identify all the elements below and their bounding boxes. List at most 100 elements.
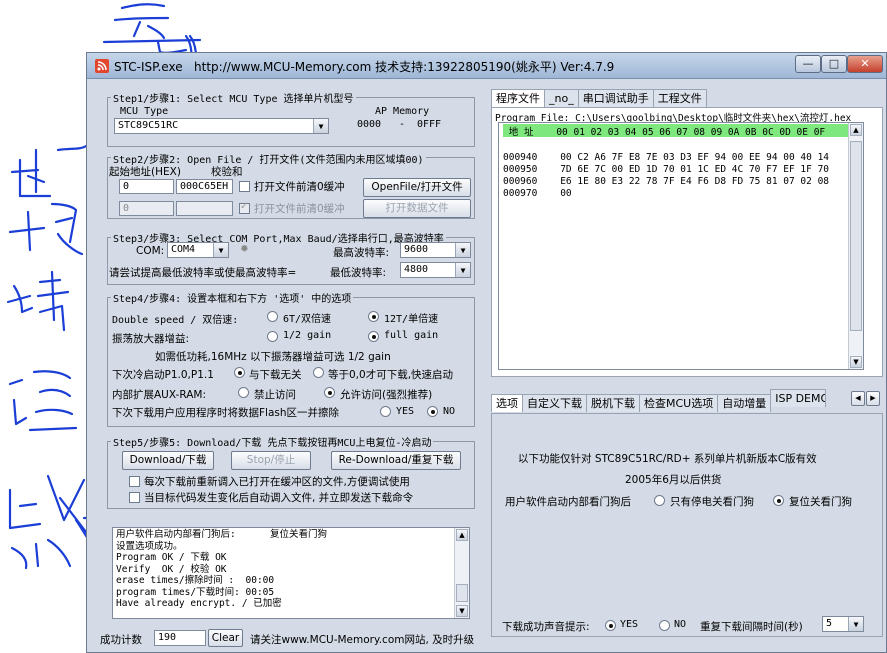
window-title: STC-ISP.exe http://www.MCU-Memory.com 技术…: [114, 58, 614, 75]
log-scroll-thumb[interactable]: [456, 584, 468, 602]
radio-forbid-aux-label: 禁止访问: [254, 389, 296, 401]
tab-project-file[interactable]: 工程文件: [652, 89, 707, 107]
auto-reload-checkbox[interactable]: [129, 492, 140, 503]
tab-offline-download[interactable]: 脱机下载: [586, 394, 640, 412]
redownload-button[interactable]: Re-Download/重复下载: [331, 451, 461, 470]
log-line: Verify OK / 校验 OK: [116, 563, 227, 575]
tab-isp-demo[interactable]: ISP DEMO: [770, 389, 827, 407]
hex-row: 000960 E6 1E 80 E3 22 78 7F E4 F6 D8 FD …: [503, 176, 830, 187]
step5-title: Step5/步骤5: Download/下载 先点下载按钮再MCU上电复位-冷启…: [111, 434, 434, 449]
chevron-down-icon: ▼: [213, 243, 228, 257]
chevron-up-icon[interactable]: ▲: [850, 124, 862, 136]
radio-6t-label: 6T/双倍速: [283, 314, 332, 325]
radio-6t[interactable]: [267, 311, 278, 322]
tab-program-file[interactable]: 程序文件: [491, 89, 545, 107]
tab-scroll-left-icon[interactable]: ◀: [851, 391, 865, 406]
ap-dash: -: [399, 119, 406, 130]
success-count-label: 成功计数: [100, 634, 142, 646]
chevron-down-icon: ▼: [313, 119, 328, 133]
tab-auto-increment[interactable]: 自动增量: [717, 394, 772, 412]
amp-gain-label: 振荡放大器增益:: [112, 333, 190, 345]
radio-sound-no[interactable]: [659, 620, 670, 631]
chevron-down-icon[interactable]: ▼: [456, 605, 468, 617]
tab-check-mcu[interactable]: 检查MCU选项: [639, 394, 719, 412]
close-icon: ✕: [860, 57, 870, 70]
radio-half-gain[interactable]: [267, 331, 278, 342]
log-line: 用户软件启动内部看门狗后: 复位关看门狗: [116, 529, 328, 540]
mcu-type-label: MCU Type: [120, 106, 169, 117]
clear-button[interactable]: Clear: [208, 629, 243, 647]
clear-data-buffer-label: 打开文件前清0缓冲: [254, 203, 345, 215]
radio-erase-yes-label: YES: [396, 406, 415, 417]
chevron-up-icon[interactable]: ▲: [456, 529, 468, 541]
tab-options[interactable]: 选项: [491, 394, 523, 412]
minimize-button[interactable]: —: [795, 55, 821, 73]
radio-forbid-aux[interactable]: [238, 387, 249, 398]
mcu-type-select[interactable]: STC89C51RC ▼: [114, 118, 329, 134]
tab-custom-download[interactable]: 自定义下载: [522, 394, 587, 412]
log-output[interactable]: 用户软件启动内部看门狗后: 复位关看门狗 设置选项成功。 Program OK / …: [112, 527, 470, 619]
app-name: STC-ISP.exe: [114, 60, 183, 74]
radio-full-gain-label: full gain: [384, 330, 439, 341]
start-address-label: 起始地址(HEX): [109, 166, 181, 178]
ap-memory-label: AP Memory: [375, 106, 430, 117]
radio-no-care[interactable]: [234, 367, 245, 378]
radio-sound-yes[interactable]: [605, 620, 616, 631]
data-start-address-input[interactable]: 0: [119, 201, 174, 216]
radio-erase-yes[interactable]: [380, 406, 391, 417]
tab-scroll-right-icon[interactable]: ▶: [866, 391, 880, 406]
min-baud-label: 最低波特率:: [330, 267, 387, 279]
stop-button[interactable]: Stop/停止: [231, 451, 311, 470]
step4-title: Step4/步骤4: 设置本框和右下方 '选项' 中的选项: [111, 290, 354, 305]
close-button[interactable]: ✕: [847, 55, 883, 73]
wdt-label: 用户软件启动内部看门狗后: [505, 496, 631, 508]
hex-scrollbar[interactable]: ▲ ▼: [848, 123, 863, 369]
tab-no[interactable]: _no_: [544, 89, 579, 107]
radio-12t[interactable]: [368, 311, 379, 322]
data-checksum-field: [176, 201, 233, 216]
download-button[interactable]: Download/下载: [122, 451, 214, 470]
radio-sound-no-label: NO: [674, 619, 687, 630]
log-line: program times/下载时间: 00:05: [116, 586, 275, 598]
chevron-down-icon: ▼: [455, 243, 470, 257]
ap-to: 0FFF: [417, 119, 442, 130]
max-baud-select[interactable]: 9600 ▼: [400, 242, 471, 258]
open-file-button[interactable]: OpenFile/打开文件: [363, 178, 471, 197]
com-port-select[interactable]: COM4 ▼: [167, 242, 229, 258]
step1-title: Step1/步骤1: Select MCU Type 选择单片机型号: [111, 90, 356, 105]
interval-label: 重复下载间隔时间(秒): [700, 621, 803, 633]
min-baud-select[interactable]: 4800 ▼: [400, 262, 471, 278]
clear-buffer-checkbox[interactable]: [239, 181, 250, 192]
checksum-label: 校验和: [211, 166, 243, 178]
radio-wdt-reset[interactable]: [773, 495, 784, 506]
com-label: COM:: [136, 245, 165, 257]
radio-full-gain[interactable]: [368, 331, 379, 342]
log-line: Program OK / 下载 OK: [116, 552, 227, 563]
minimize-icon: —: [802, 57, 814, 70]
log-line: erase times/擦除时间 : 00:00: [116, 575, 275, 586]
hex-scroll-thumb[interactable]: [850, 141, 862, 331]
start-address-input[interactable]: 0: [119, 179, 174, 194]
success-count-field: 190: [154, 630, 206, 646]
tab-serial-assistant[interactable]: 串口调试助手: [577, 89, 654, 107]
radio-allow-aux[interactable]: [324, 387, 335, 398]
hex-row: 000940 00 C2 A6 7F E8 7E 03 D3 EF 94 00 …: [503, 152, 830, 163]
interval-select[interactable]: 5 ▼: [822, 616, 864, 632]
chevron-down-icon: ▼: [848, 617, 863, 631]
port-status-icon: ✹: [240, 243, 249, 255]
log-scrollbar[interactable]: ▲ ▼: [454, 528, 469, 618]
maximize-icon: □: [828, 57, 840, 70]
maximize-button[interactable]: □: [821, 55, 847, 73]
hex-panel: Program File: C:\Users\goolbing\Desktop\…: [491, 107, 883, 377]
open-data-file-button[interactable]: 打开数据文件: [363, 199, 471, 218]
clear-data-buffer-checkbox[interactable]: [239, 201, 250, 214]
reload-file-checkbox[interactable]: [129, 476, 140, 487]
radio-no-care-label: 与下载无关: [249, 369, 302, 381]
radio-erase-no[interactable]: [427, 406, 438, 417]
radio-wdt-stop[interactable]: [654, 495, 665, 506]
options-line1: 以下功能仅针对 STC89C51RC/RD+ 系列单片机新版本C版有效: [518, 453, 817, 465]
radio-12t-label: 12T/单倍速: [384, 314, 439, 325]
radio-eq0[interactable]: [313, 367, 324, 378]
hex-view[interactable]: 地 址 00 01 02 03 04 05 06 07 08 09 0A 0B …: [498, 122, 864, 370]
chevron-down-icon[interactable]: ▼: [850, 356, 862, 368]
